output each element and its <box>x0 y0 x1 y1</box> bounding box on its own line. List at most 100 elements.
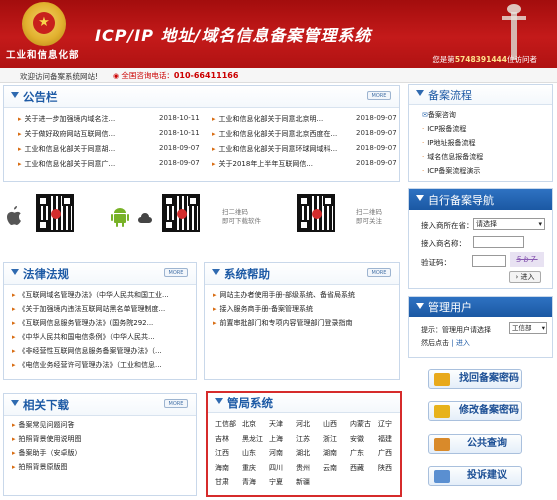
complaint-button[interactable]: 投诉建议 <box>428 466 522 486</box>
isp-name-input[interactable] <box>473 236 524 248</box>
notice-item[interactable]: ▸ 工业和信息化部关于同意胡... <box>18 144 115 154</box>
notice-item[interactable]: ▸ 关于进一步加强境内域名注... <box>18 114 115 124</box>
change-password-button[interactable]: 修改备案密码 <box>428 401 522 421</box>
nav-enter-button[interactable]: › 进入 <box>509 271 541 283</box>
recover-password-button[interactable]: 找回备案密码 <box>428 369 522 389</box>
notice-item[interactable]: ▸ 工业和信息化部关于同意北京明... <box>212 114 323 124</box>
info-bar: 欢迎访问备案系统网站! ◉ 全国咨询电话：010-66411166 <box>0 68 557 83</box>
admin-enter-link[interactable]: | 进入 <box>451 339 470 347</box>
law-link[interactable]: ▸ 《中华人民共和国电信条例》（中华人民共... <box>12 332 155 342</box>
province-select[interactable]: 请选择 ▾ <box>473 218 545 230</box>
help-title: 系统帮助 <box>224 267 270 281</box>
bureau-link[interactable]: 甘肃 <box>215 477 229 487</box>
bureau-link[interactable]: 工信部 <box>215 419 236 429</box>
welcome-text: 欢迎访问备案系统网站! <box>20 72 99 81</box>
law-link[interactable]: ▸ 《互联网域名管理办法》（中华人民共和国工业... <box>12 290 169 300</box>
law-link[interactable]: ▸ 《非经营性互联网信息服务备案管理办法》（... <box>12 346 162 356</box>
process-link[interactable]: ✉备案咨询 <box>422 110 456 120</box>
bureau-link[interactable]: 广东 <box>350 448 364 458</box>
related-more-button[interactable]: MORE <box>164 399 188 408</box>
bureau-link[interactable]: 重庆 <box>242 463 256 473</box>
help-link[interactable]: ▸ 前置审批部门和专项内容管理部门登录指南 <box>213 318 353 328</box>
bureau-link[interactable]: 山西 <box>323 419 337 429</box>
bureau-link[interactable]: 广西 <box>378 448 392 458</box>
bureau-link[interactable]: 安徽 <box>350 434 364 444</box>
bureau-link[interactable]: 吉林 <box>215 434 229 444</box>
notice-date: 2018-10-11 <box>159 114 200 122</box>
key-icon <box>434 373 450 386</box>
process-link[interactable]: · 域名信息报备流程 <box>422 152 483 162</box>
notice-board: 公告栏 MORE ▸ 关于进一步加强境内域名注... 2018-10-11 ▸ 工业和… <box>3 85 400 182</box>
captcha-image[interactable]: 5b7 <box>510 252 544 267</box>
bureau-link[interactable]: 福建 <box>378 434 392 444</box>
laws-title: 法律法规 <box>23 267 69 281</box>
download-link[interactable]: ▸ 备案助手（安卓版） <box>12 448 82 458</box>
scan-download-text: 扫二维码 即可下载软件 <box>222 208 261 225</box>
section-arrow-icon <box>212 269 220 275</box>
help-more-button[interactable]: MORE <box>367 268 391 277</box>
process-link[interactable]: · ICP备案流程演示 <box>422 166 480 176</box>
help-link[interactable]: ▸ 接入服务商手册-备案管理系统 <box>213 304 313 314</box>
bureau-link[interactable]: 河南 <box>269 448 283 458</box>
download-link[interactable]: ▸ 拍照背景原版图 <box>12 462 68 472</box>
bureau-link[interactable]: 山东 <box>242 448 256 458</box>
apple-icon[interactable] <box>6 206 22 226</box>
captcha-input[interactable] <box>472 255 506 267</box>
bureau-link[interactable]: 贵州 <box>296 463 310 473</box>
bureau-link[interactable]: 西藏 <box>350 463 364 473</box>
notice-more-button[interactable]: MORE <box>367 91 391 100</box>
bureau-link[interactable]: 湖南 <box>323 448 337 458</box>
law-link[interactable]: ▸ 《电信业务经营许可管理办法》（工业和信息... <box>12 360 162 370</box>
cloud-download-icon[interactable] <box>138 213 152 223</box>
notice-date: 2018-10-11 <box>159 129 200 137</box>
bureau-link[interactable]: 天津 <box>269 419 283 429</box>
notice-item[interactable]: ▸ 工业和信息化部关于同意北京西度在... <box>212 129 337 139</box>
bureau-link[interactable]: 河北 <box>296 419 310 429</box>
bureau-link[interactable]: 黑龙江 <box>242 434 263 444</box>
bureau-link[interactable]: 江苏 <box>296 434 310 444</box>
help-panel: 系统帮助 MORE ▸ 网站主办者使用手册-部级系统、备省局系统 ▸ 接入服务商手册-… <box>204 262 400 380</box>
bureau-link[interactable]: 四川 <box>269 463 283 473</box>
hotline: ◉ 全国咨询电话：010-66411166 <box>113 71 239 80</box>
public-query-button[interactable]: 公共查询 <box>428 434 522 454</box>
bureau-link[interactable]: 内蒙古 <box>350 419 371 429</box>
notice-date: 2018-09-07 <box>356 144 397 152</box>
bureau-link[interactable]: 浙江 <box>323 434 337 444</box>
android-icon[interactable] <box>111 207 129 227</box>
admin-bureau-select[interactable]: 工信部 ▾ <box>509 322 547 334</box>
section-arrow-icon <box>416 195 424 201</box>
notice-date: 2018-09-07 <box>159 144 200 152</box>
bureau-link[interactable]: 新疆 <box>296 477 310 487</box>
process-panel: 备案流程 ✉备案咨询 · ICP报备流程 · IP地址报备流程 · 域名信息报备流程 … <box>408 84 553 182</box>
notice-date: 2018-09-07 <box>159 159 200 167</box>
help-link[interactable]: ▸ 网站主办者使用手册-部级系统、备省局系统 <box>213 290 355 300</box>
bureau-link[interactable]: 青海 <box>242 477 256 487</box>
bureau-link[interactable]: 辽宁 <box>378 419 392 429</box>
notice-date: 2018-09-07 <box>356 114 397 122</box>
notice-item[interactable]: ▸ 工业和信息化部关于同意广... <box>18 159 115 169</box>
download-link[interactable]: ▸ 拍照背景使用说明图 <box>12 434 82 444</box>
process-link[interactable]: · ICP报备流程 <box>422 124 466 134</box>
bureau-link[interactable]: 湖北 <box>296 448 310 458</box>
site-header: ★ 工业和信息化部 ICP/IP 地址/域名信息备案管理系统 您是第574839… <box>0 0 557 68</box>
bureau-link[interactable]: 北京 <box>242 419 256 429</box>
lock-icon <box>434 405 450 418</box>
laws-more-button[interactable]: MORE <box>164 268 188 277</box>
bureau-link[interactable]: 宁夏 <box>269 477 283 487</box>
bureau-link[interactable]: 云南 <box>323 463 337 473</box>
law-link[interactable]: ▸ 《关于加强境内违法互联网站黑名单管理制度... <box>12 304 165 314</box>
process-link[interactable]: · IP地址报备流程 <box>422 138 476 148</box>
huabiao-pillar-icon <box>502 4 526 60</box>
android-app-qr-code <box>162 194 200 232</box>
notice-item[interactable]: ▸ 工业和信息化部关于同意环球网域科... <box>212 144 337 154</box>
notice-item[interactable]: ▸ 关于做好政府网站互联网信... <box>18 129 115 139</box>
bureau-link[interactable]: 陕西 <box>378 463 392 473</box>
bureau-link[interactable]: 上海 <box>269 434 283 444</box>
related-downloads-panel: 相关下载 MORE ▸ 备案常见问题问答 ▸ 拍照背景使用说明图 ▸ 备案助手（安卓版）… <box>3 393 197 496</box>
notice-item[interactable]: ▸ 关于2018年上半年互联网信... <box>212 159 313 169</box>
law-link[interactable]: ▸ 《互联网信息服务管理办法》(国务院292... <box>12 318 153 328</box>
bureau-link[interactable]: 江西 <box>215 448 229 458</box>
download-link[interactable]: ▸ 备案常见问题问答 <box>12 420 75 430</box>
bureau-link[interactable]: 海南 <box>215 463 229 473</box>
org-name: 工业和信息化部 <box>6 50 80 61</box>
